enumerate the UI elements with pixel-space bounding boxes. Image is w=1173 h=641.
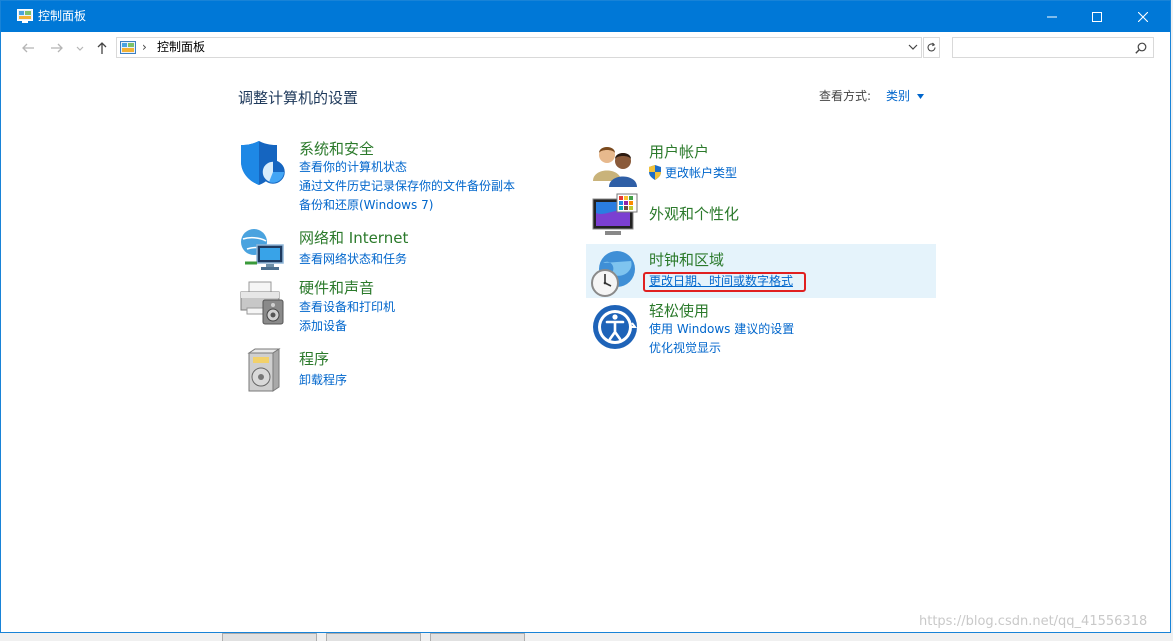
view-by-label: 查看方式: — [819, 89, 872, 103]
link-backup-restore[interactable]: 备份和还原(Windows 7) — [299, 198, 433, 213]
network-icon[interactable] — [239, 225, 287, 273]
view-by-caret-icon[interactable] — [917, 94, 924, 99]
category-system-security[interactable]: 系统和安全 — [299, 140, 374, 158]
clock-globe-icon[interactable] — [589, 249, 637, 297]
category-clock-region[interactable]: 时钟和区域 — [649, 251, 724, 269]
link-devices-printers[interactable]: 查看设备和打印机 — [299, 300, 395, 315]
view-by-dropdown[interactable]: 类别 — [886, 89, 910, 104]
category-hardware-sound[interactable]: 硬件和声音 — [299, 279, 374, 297]
search-input[interactable] — [952, 37, 1154, 58]
category-programs[interactable]: 程序 — [299, 350, 329, 368]
link-add-device[interactable]: 添加设备 — [299, 319, 347, 334]
refresh-icon — [927, 42, 936, 52]
minimize-icon — [1047, 16, 1057, 17]
programs-icon[interactable] — [239, 347, 287, 395]
forward-arrow-icon[interactable] — [50, 41, 64, 55]
link-change-account-type[interactable]: 更改帐户类型 — [665, 166, 737, 181]
breadcrumb-separator[interactable]: › — [142, 40, 147, 55]
background-dialog-button-1[interactable] — [222, 633, 317, 641]
refresh-button[interactable] — [923, 37, 940, 58]
ease-of-access-icon[interactable] — [591, 303, 639, 351]
breadcrumb-control-panel[interactable]: 控制面板 — [157, 40, 205, 55]
up-arrow-icon[interactable] — [95, 41, 109, 55]
users-icon[interactable] — [591, 141, 639, 189]
maximize-icon — [1092, 11, 1102, 22]
back-arrow-icon[interactable] — [21, 41, 35, 55]
title-bar[interactable]: 控制面板 — [1, 1, 1170, 32]
link-network-status[interactable]: 查看网络状态和任务 — [299, 252, 407, 267]
shield-icon[interactable] — [239, 139, 287, 187]
address-bar[interactable]: › 控制面板 — [116, 37, 922, 58]
annotation-red-box — [643, 272, 806, 292]
background-dialog-strip — [0, 633, 1173, 641]
monitor-icon[interactable] — [591, 193, 639, 241]
printer-icon[interactable] — [239, 278, 287, 326]
maximize-button[interactable] — [1074, 1, 1120, 32]
recent-locations-chevron-icon[interactable] — [76, 41, 84, 55]
link-uninstall-program[interactable]: 卸载程序 — [299, 373, 347, 388]
control-panel-window: 控制面板 › 控制面板 调整计算机的设置 查看方式: 类别 系统和安全 查看你的… — [0, 0, 1171, 633]
category-network-internet[interactable]: 网络和 Internet — [299, 229, 408, 247]
background-dialog-button-2[interactable] — [326, 633, 421, 641]
window-title: 控制面板 — [38, 9, 87, 23]
search-icon[interactable] — [1135, 42, 1147, 54]
link-view-computer-status[interactable]: 查看你的计算机状态 — [299, 160, 407, 175]
minimize-button[interactable] — [1029, 1, 1075, 32]
link-optimize-visual-display[interactable]: 优化视觉显示 — [649, 341, 721, 356]
close-button[interactable] — [1120, 1, 1166, 32]
link-recommended-settings[interactable]: 使用 Windows 建议的设置 — [649, 322, 794, 337]
close-icon — [1138, 11, 1148, 22]
category-appearance-personalization[interactable]: 外观和个性化 — [649, 205, 739, 223]
page-title: 调整计算机的设置 — [238, 89, 359, 107]
link-file-history[interactable]: 通过文件历史记录保存你的文件备份副本 — [299, 179, 515, 194]
category-user-accounts[interactable]: 用户帐户 — [649, 143, 709, 161]
background-dialog-button-3[interactable] — [430, 633, 525, 641]
uac-shield-icon — [649, 165, 661, 180]
watermark: https://blog.csdn.net/qq_41556318 — [919, 614, 1148, 629]
control-panel-breadcrumb-icon — [120, 41, 136, 54]
control-panel-icon — [17, 9, 33, 23]
category-ease-of-access[interactable]: 轻松使用 — [649, 302, 709, 320]
navigation-bar: › 控制面板 — [1, 32, 1170, 63]
chevron-down-icon[interactable] — [908, 42, 918, 52]
